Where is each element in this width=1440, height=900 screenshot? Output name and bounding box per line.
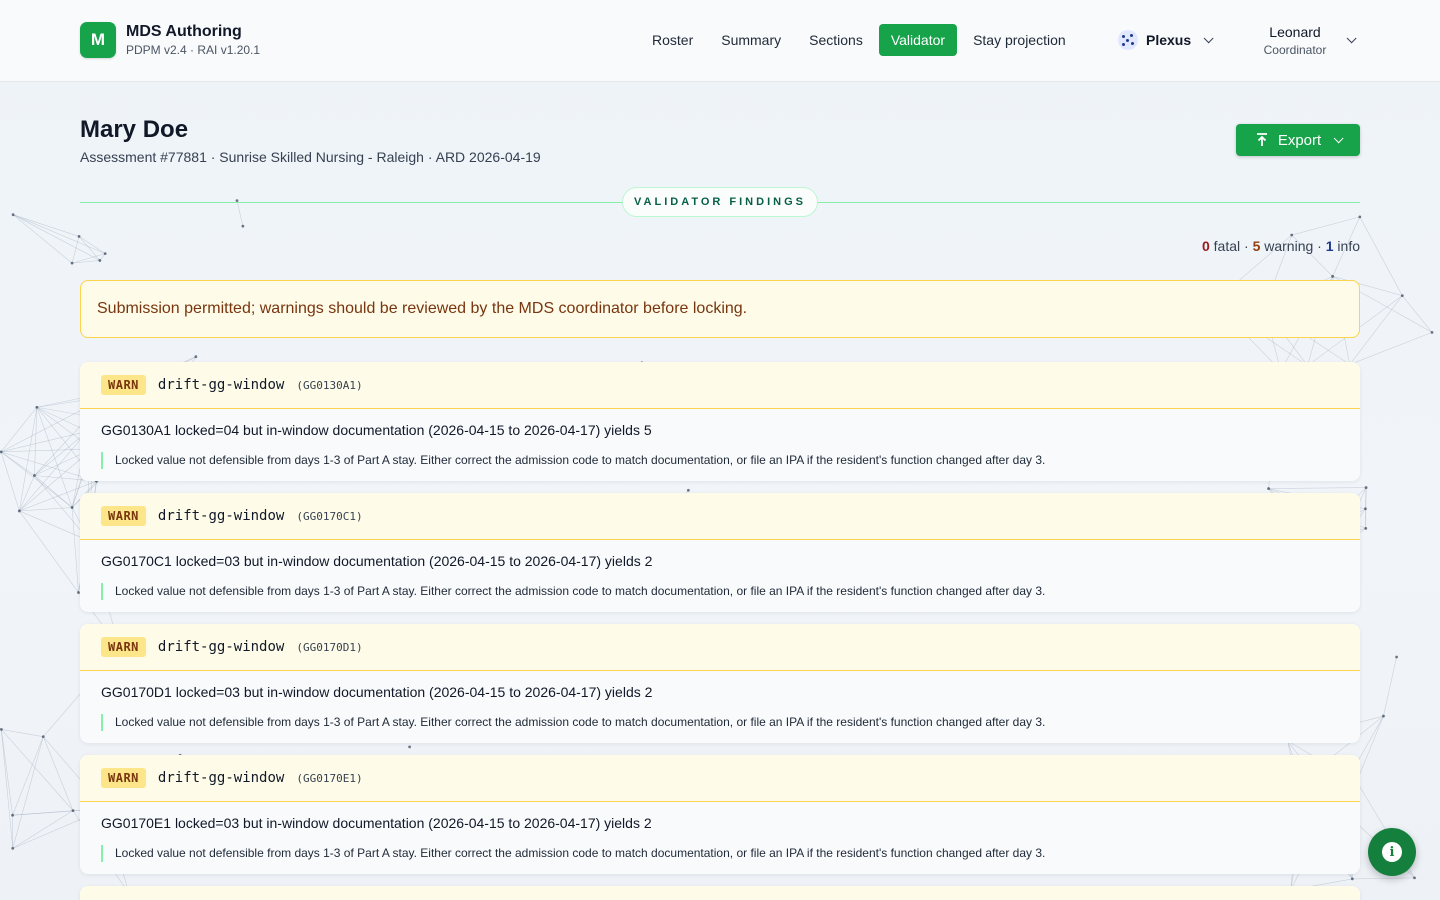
severity-badge: WARN: [101, 375, 146, 395]
severity-badge: WARN: [101, 637, 146, 657]
finding-guidance: Locked value not defensible from days 1-…: [101, 714, 1045, 731]
export-button[interactable]: Export: [1236, 124, 1360, 156]
nav-stay-projection[interactable]: Stay projection: [961, 24, 1078, 56]
finding-message: GG0170C1 locked=03 but in-window documen…: [101, 553, 653, 569]
user-menu[interactable]: Leonard Coordinator: [1250, 22, 1357, 58]
finding-card[interactable]: WARN drift-gg-window (GG0130A1) GG0130A1…: [80, 362, 1360, 481]
item-code: (GG0170D1): [296, 640, 363, 654]
rule-name: drift-gg-window: [157, 508, 285, 524]
assessment-meta: Assessment #77881 · Sunrise Skilled Nurs…: [80, 149, 541, 165]
nav-validator[interactable]: Validator: [878, 24, 958, 56]
brand[interactable]: M MDS Authoring PDPM v2.4 · RAI v1.20.1: [80, 22, 260, 58]
finding-guidance: Locked value not defensible from days 1-…: [101, 452, 1045, 469]
export-label: Export: [1277, 131, 1322, 149]
submission-status-banner: Submission permitted; warnings should be…: [80, 280, 1360, 338]
fatal-label: fatal ·: [1213, 238, 1249, 254]
rule-name: drift-gg-window: [157, 639, 285, 655]
org-name: Plexus: [1146, 32, 1192, 48]
finding-card[interactable]: WARN drift-gg-window (GG0170E1) GG0170E1…: [80, 755, 1360, 874]
app-title: MDS Authoring: [126, 23, 242, 40]
warning-count: 5: [1252, 238, 1261, 254]
user-role: Coordinator: [1263, 43, 1327, 57]
findings-counts: 0 fatal · 5 warning · 1 info: [1202, 238, 1360, 254]
rule-name: drift-gg-window: [157, 377, 285, 393]
finding-guidance: Locked value not defensible from days 1-…: [101, 583, 1045, 600]
finding-card[interactable]: WARN drift-gg-window (GG0170D1) GG0170D1…: [80, 624, 1360, 743]
user-name: Leonard: [1269, 24, 1321, 40]
finding-message: GG0170D1 locked=03 but in-window documen…: [101, 684, 653, 700]
page-title: Mary Doe: [80, 116, 189, 143]
severity-badge: WARN: [101, 768, 146, 788]
finding-message: GG0170E1 locked=03 but in-window documen…: [101, 815, 652, 831]
org-switcher[interactable]: Plexus: [1108, 22, 1223, 58]
item-code: (GG0130A1): [296, 378, 363, 392]
rule-name: drift-gg-window: [157, 770, 285, 786]
chevron-down-icon: [1346, 32, 1357, 43]
top-navigation-bar: M MDS Authoring PDPM v2.4 · RAI v1.20.1 …: [0, 0, 1440, 82]
info-button[interactable]: i: [1368, 828, 1416, 876]
nav-summary[interactable]: Summary: [709, 24, 793, 56]
warning-label: warning ·: [1264, 238, 1322, 254]
app-logo-icon: M: [80, 22, 116, 58]
info-label: info: [1337, 238, 1360, 254]
item-code: (GG0170E1): [296, 771, 363, 785]
fatal-count: 0: [1201, 238, 1210, 254]
export-icon: [1256, 133, 1267, 146]
severity-badge: WARN: [101, 506, 146, 526]
finding-guidance: Locked value not defensible from days 1-…: [101, 845, 1045, 862]
plexus-logo-icon: [1118, 30, 1138, 50]
main-nav: Roster Summary Sections Validator Stay p…: [640, 24, 1082, 56]
section-title: VALIDATOR FINDINGS: [622, 187, 818, 217]
nav-roster[interactable]: Roster: [640, 24, 705, 56]
chevron-down-icon: [1333, 132, 1344, 143]
nav-sections[interactable]: Sections: [797, 24, 875, 56]
app-version: PDPM v2.4 · RAI v1.20.1: [126, 43, 261, 57]
info-count: 1: [1325, 238, 1334, 254]
finding-card[interactable]: [80, 886, 1360, 900]
finding-message: GG0130A1 locked=04 but in-window documen…: [101, 422, 652, 438]
finding-card[interactable]: WARN drift-gg-window (GG0170C1) GG0170C1…: [80, 493, 1360, 612]
info-icon: i: [1382, 842, 1402, 862]
chevron-down-icon: [1203, 32, 1214, 43]
item-code: (GG0170C1): [296, 509, 363, 523]
